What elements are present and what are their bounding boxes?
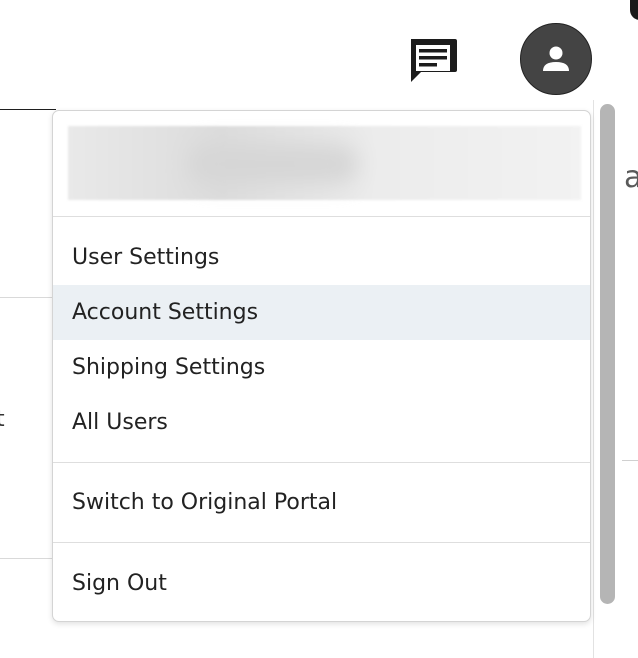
profile-info-redacted [68,126,581,200]
messages-button[interactable] [406,36,460,86]
menu-divider [53,462,590,463]
menu-item-switch-portal[interactable]: Switch to Original Portal [53,475,590,530]
menu-item-account-settings[interactable]: Account Settings [53,285,590,340]
background-divider [0,558,54,559]
background-divider [622,460,638,461]
scrollbar-thumb[interactable] [600,104,615,604]
chat-icon [411,39,457,82]
account-menu-button[interactable] [520,23,592,95]
background-partial-text: t [0,407,5,432]
menu-item-sign-out[interactable]: Sign Out [53,556,590,611]
panel-corner [630,0,638,20]
right-panel-edge: a [622,0,638,658]
header-divider [0,109,56,110]
menu-item-shipping-settings[interactable]: Shipping Settings [53,340,590,395]
account-dropdown-menu: User Settings Account Settings Shipping … [52,110,591,622]
page: t a User Settings Account Settings Shipp… [0,0,638,658]
menu-divider [53,542,590,543]
background-divider [0,297,54,298]
background-partial-text: a [624,160,638,195]
menu-divider [53,216,590,217]
menu-item-all-users[interactable]: All Users [53,395,590,450]
menu-item-user-settings[interactable]: User Settings [53,230,590,285]
background-column-divider [593,100,594,658]
person-icon [543,46,569,71]
